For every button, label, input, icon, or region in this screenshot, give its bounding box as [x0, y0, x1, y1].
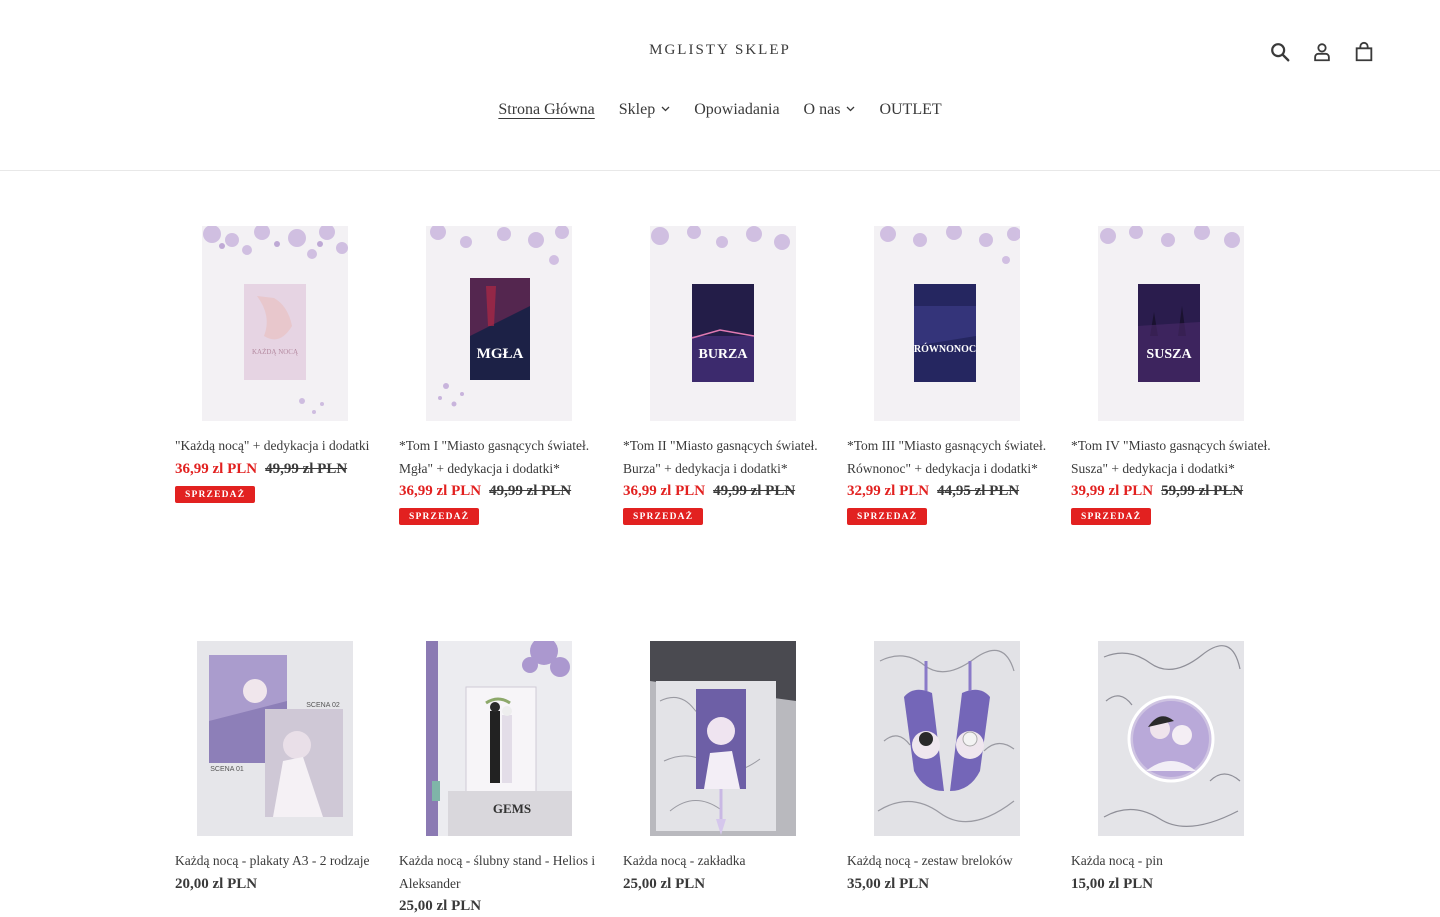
product-title[interactable]: Każda nocą - pin	[1071, 850, 1271, 873]
nav-item-outlet[interactable]: OUTLET	[879, 99, 941, 121]
sale-badge: SPRZEDAŻ	[1071, 508, 1152, 525]
cover-title: RÓWNONOC	[914, 343, 976, 355]
product-card[interactable]: KAŻDĄ NOCĄ "Każdą nocą" + dedykacja i do…	[175, 226, 399, 525]
cart-icon[interactable]	[1352, 40, 1376, 64]
product-title[interactable]: Każda nocą - ślubny stand - Helios i Ale…	[399, 850, 599, 895]
product-title[interactable]: *Tom III "Miasto gasnących świateł. Równ…	[847, 435, 1047, 480]
product-price: 20,00 zl PLN	[175, 873, 375, 895]
cover-title: SUSZA	[1146, 347, 1192, 362]
product-image[interactable]: SUSZA	[1098, 226, 1244, 421]
product-card[interactable]: Każda nocą - zakładka 25,00 zl PLN	[623, 641, 847, 917]
product-price: 15,00 zl PLN	[1071, 873, 1271, 895]
poster-label: SCENA 02	[306, 702, 340, 709]
product-image[interactable]	[650, 641, 796, 836]
sale-badge: SPRZEDAŻ	[847, 508, 928, 525]
regular-price: 25,00 zl PLN	[623, 875, 706, 892]
product-image[interactable]: KAŻDĄ NOCĄ	[202, 226, 348, 421]
product-card[interactable]: BURZA *Tom II "Miasto gasnących świateł.…	[623, 226, 847, 525]
product-title[interactable]: *Tom IV "Miasto gasnących świateł. Susza…	[1071, 435, 1271, 480]
product-grid-row-1: KAŻDĄ NOCĄ "Każdą nocą" + dedykacja i do…	[175, 226, 1295, 525]
svg-text:KAŻDĄ NOCĄ: KAŻDĄ NOCĄ	[252, 348, 298, 356]
product-card[interactable]: Każda nocą - pin 15,00 zl PLN	[1071, 641, 1295, 917]
nav-label: OUTLET	[879, 101, 942, 118]
product-grid-row-2: SCENA 02 SCENA 01 Każdą nocą - plakaty A…	[175, 641, 1295, 917]
product-image[interactable]: GEMS	[426, 641, 572, 836]
nav-item-shop[interactable]: Sklep	[619, 99, 670, 121]
nav-label: Strona Główna	[498, 101, 595, 118]
sale-badge: SPRZEDAŻ	[623, 508, 704, 525]
main-nav: Strona Główna Sklep Opowiadania O nas OU…	[0, 99, 1440, 121]
nav-label: O nas	[803, 101, 841, 118]
product-card[interactable]: MGŁA *Tom I "Miasto gasnących świateł. M…	[399, 226, 623, 525]
sale-price: 36,99 zl PLN	[399, 483, 482, 499]
site-header: MGLISTY SKLEP Strona Główna Sklep Opowia…	[0, 0, 1440, 171]
product-title[interactable]: *Tom I "Miasto gasnących świateł. Mgła" …	[399, 435, 599, 480]
product-price: 36,99 zl PLN 49,99 zl PLN	[399, 480, 599, 502]
product-price: 25,00 zl PLN	[399, 895, 599, 917]
product-card[interactable]: SUSZA *Tom IV "Miasto gasnących świateł.…	[1071, 226, 1295, 525]
product-title[interactable]: Każda nocą - zakładka	[623, 850, 823, 873]
product-title[interactable]: Każdą nocą - plakaty A3 - 2 rodzaje	[175, 850, 375, 873]
product-image[interactable]: MGŁA	[426, 226, 572, 421]
product-price: 36,99 zl PLN 49,99 zl PLN	[623, 480, 823, 502]
product-card[interactable]: GEMS Każda nocą - ślubny stand - Helios …	[399, 641, 623, 917]
product-title[interactable]: "Każdą nocą" + dedykacja i dodatki	[175, 435, 375, 458]
nav-label: Opowiadania	[694, 101, 780, 118]
sale-price: 36,99 zl PLN	[623, 483, 706, 499]
product-title[interactable]: *Tom II "Miasto gasnących świateł. Burza…	[623, 435, 823, 480]
poster-label: SCENA 01	[210, 766, 244, 773]
regular-price: 25,00 zl PLN	[399, 898, 482, 914]
cover-title: BURZA	[698, 347, 748, 362]
regular-price: 20,00 zl PLN	[175, 875, 258, 892]
regular-price: 49,99 zl PLN	[265, 460, 348, 477]
product-title[interactable]: Każdą nocą - zestaw breloków	[847, 850, 1047, 873]
regular-price: 35,00 zl PLN	[847, 875, 930, 892]
regular-price: 49,99 zl PLN	[713, 483, 796, 499]
sale-price: 39,99 zl PLN	[1071, 483, 1154, 499]
nav-label: Sklep	[618, 101, 656, 118]
sale-price: 36,99 zl PLN	[175, 460, 258, 477]
book-label: GEMS	[493, 801, 531, 816]
product-image[interactable]: SCENA 02 SCENA 01	[197, 641, 353, 836]
chevron-down-icon	[846, 106, 855, 112]
account-icon[interactable]	[1310, 40, 1334, 64]
regular-price: 15,00 zl PLN	[1071, 875, 1154, 892]
regular-price: 49,99 zl PLN	[489, 483, 572, 499]
product-card[interactable]: RÓWNONOC *Tom III "Miasto gasnących świa…	[847, 226, 1071, 525]
product-image[interactable]	[874, 641, 1020, 836]
product-image[interactable]	[1098, 641, 1244, 836]
regular-price: 59,99 zl PLN	[1161, 483, 1244, 499]
sale-badge: SPRZEDAŻ	[175, 485, 256, 503]
product-price: 39,99 zl PLN 59,99 zl PLN	[1071, 480, 1271, 502]
cover-title: MGŁA	[477, 346, 524, 362]
product-price: 36,99 zl PLN 49,99 zl PLN	[175, 458, 375, 480]
product-image[interactable]: RÓWNONOC	[874, 226, 1020, 421]
product-card[interactable]: SCENA 02 SCENA 01 Każdą nocą - plakaty A…	[175, 641, 399, 917]
header-icons	[1268, 40, 1376, 64]
nav-item-stories[interactable]: Opowiadania	[694, 99, 779, 121]
store-logo[interactable]: MGLISTY SKLEP	[0, 42, 1440, 59]
search-icon[interactable]	[1268, 40, 1292, 64]
sale-badge: SPRZEDAŻ	[399, 508, 480, 525]
nav-item-about[interactable]: O nas	[804, 99, 856, 121]
product-card[interactable]: Każdą nocą - zestaw breloków 35,00 zl PL…	[847, 641, 1071, 917]
chevron-down-icon	[661, 106, 670, 112]
sale-price: 32,99 zl PLN	[847, 483, 930, 499]
product-price: 35,00 zl PLN	[847, 873, 1047, 895]
product-image[interactable]: BURZA	[650, 226, 796, 421]
product-price: 32,99 zl PLN 44,95 zl PLN	[847, 480, 1047, 502]
product-price: 25,00 zl PLN	[623, 873, 823, 895]
regular-price: 44,95 zl PLN	[937, 483, 1020, 499]
nav-item-home[interactable]: Strona Główna	[498, 99, 594, 121]
